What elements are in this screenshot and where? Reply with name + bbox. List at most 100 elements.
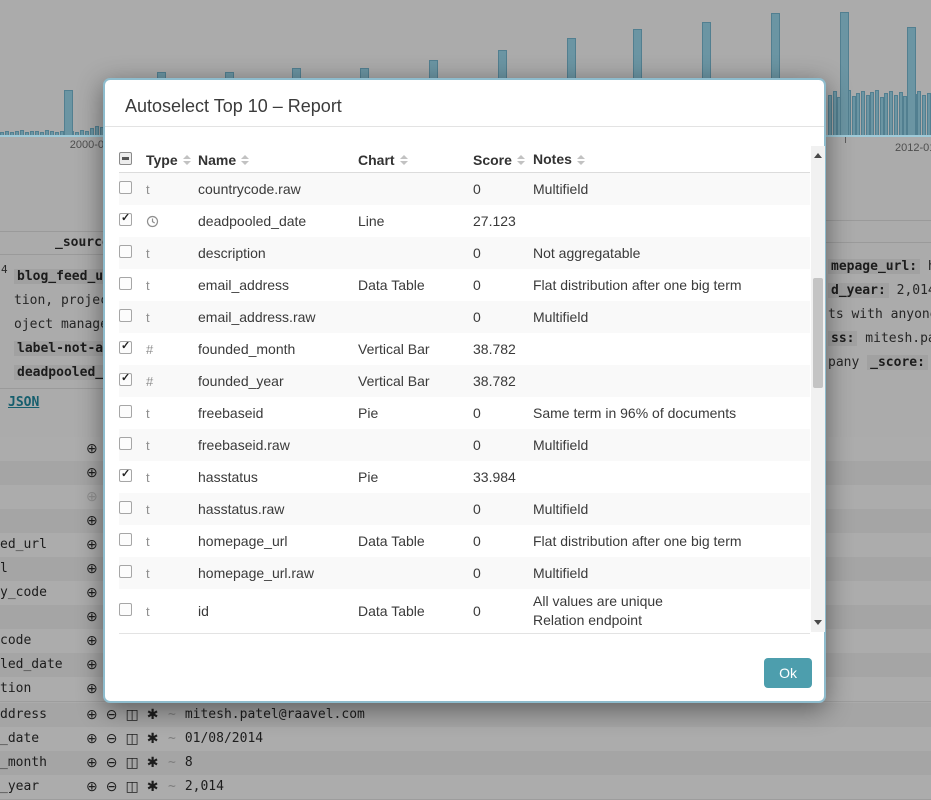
row-type-cell: t <box>146 309 198 325</box>
search-plus-icon[interactable]: ⊕ <box>86 536 98 553</box>
search-minus-icon[interactable]: ⊖ <box>106 730 118 747</box>
table-row[interactable]: temail_address.raw0Multifield <box>119 301 810 333</box>
row-checkbox[interactable] <box>119 245 132 258</box>
table-row[interactable]: temail_addressData Table0Flat distributi… <box>119 269 810 301</box>
column-header-chart[interactable]: Chart <box>358 152 473 168</box>
table-row[interactable]: deadpooled_dateLine27.123 <box>119 205 810 237</box>
source-text: mitesh.pat <box>857 331 931 346</box>
row-field-name: hasstatus <box>198 469 358 485</box>
search-plus-icon[interactable]: ⊕ <box>86 730 98 747</box>
field-name-chip: _score: <box>867 355 928 370</box>
column-header-name[interactable]: Name <box>198 152 358 168</box>
table-row[interactable]: tfreebaseid.raw0Multifield <box>119 429 810 461</box>
row-notes: Multifield <box>533 433 810 458</box>
search-plus-icon[interactable]: ⊕ <box>86 656 98 673</box>
search-minus-icon[interactable]: ⊖ <box>106 706 118 723</box>
kibana-page: { "modal": { "title": "Autoselect Top 10… <box>0 0 931 784</box>
row-checkbox[interactable] <box>119 533 132 546</box>
table-row[interactable]: #founded_yearVertical Bar38.782 <box>119 365 810 397</box>
scrollbar-up-icon[interactable] <box>814 153 822 158</box>
search-plus-icon[interactable]: ⊕ <box>86 560 98 577</box>
modal-body: TypeNameChartScoreNotes tcountrycode.raw… <box>105 127 824 634</box>
table-row[interactable]: thomepage_url.raw0Multifield <box>119 557 810 589</box>
row-score: 0 <box>473 603 533 619</box>
table-row[interactable]: tidData Table0All values are uniqueRelat… <box>119 589 810 633</box>
row-checkbox[interactable] <box>119 405 132 418</box>
table-row[interactable]: #founded_monthVertical Bar38.782 <box>119 333 810 365</box>
modal-footer: Ok <box>105 634 824 688</box>
search-plus-icon[interactable]: ⊕ <box>86 488 98 505</box>
scrollbar[interactable] <box>811 146 825 632</box>
histogram-bar <box>907 27 916 135</box>
row-checkbox[interactable] <box>119 277 132 290</box>
search-plus-icon[interactable]: ⊕ <box>86 464 98 481</box>
search-plus-icon[interactable]: ⊕ <box>86 584 98 601</box>
row-checkbox[interactable] <box>119 309 132 322</box>
row-checkbox[interactable] <box>119 373 132 386</box>
row-checkbox[interactable] <box>119 469 132 482</box>
scrollbar-thumb[interactable] <box>813 278 823 388</box>
row-checkbox[interactable] <box>119 341 132 354</box>
row-checkbox[interactable] <box>119 213 132 226</box>
row-score: 0 <box>473 405 533 421</box>
row-checkbox[interactable] <box>119 181 132 194</box>
row-checkbox-cell <box>119 181 146 197</box>
json-link[interactable]: JSON <box>8 395 39 410</box>
asterisk-icon[interactable]: ✱ <box>147 706 159 723</box>
column-header-score[interactable]: Score <box>473 152 533 168</box>
table-row[interactable]: tcountrycode.raw0Multifield <box>119 173 810 205</box>
search-minus-icon[interactable]: ⊖ <box>106 778 118 795</box>
row-field-name: homepage_url.raw <box>198 565 358 581</box>
asterisk-icon[interactable]: ✱ <box>147 778 159 795</box>
search-plus-icon[interactable]: ⊕ <box>86 512 98 529</box>
scrollbar-down-icon[interactable] <box>814 620 822 625</box>
search-plus-icon[interactable]: ⊕ <box>86 680 98 697</box>
table-row[interactable]: thasstatus.raw0Multifield <box>119 493 810 525</box>
histogram-bar <box>852 96 856 135</box>
histogram-bar <box>95 126 99 135</box>
asterisk-icon[interactable]: ✱ <box>147 730 159 747</box>
search-minus-icon[interactable]: ⊖ <box>106 754 118 771</box>
row-chart-type: Line <box>358 213 473 229</box>
select-all-checkbox[interactable] <box>119 152 132 165</box>
columns-icon[interactable]: ◫ <box>125 778 138 795</box>
table-row[interactable]: tdescription0Not aggregatable <box>119 237 810 269</box>
divider <box>0 388 103 389</box>
table-row[interactable]: tfreebaseidPie0Same term in 96% of docum… <box>119 397 810 429</box>
row-notes: Multifield <box>533 561 810 586</box>
search-plus-icon[interactable]: ⊕ <box>86 608 98 625</box>
columns-icon[interactable]: ◫ <box>125 706 138 723</box>
search-plus-icon[interactable]: ⊕ <box>86 754 98 771</box>
row-field-name: freebaseid <box>198 405 358 421</box>
ok-button[interactable]: Ok <box>764 658 812 688</box>
table-row[interactable]: thasstatusPie33.984 <box>119 461 810 493</box>
row-type-cell: t <box>146 437 198 453</box>
search-plus-icon[interactable]: ⊕ <box>86 778 98 795</box>
row-checkbox-cell <box>119 245 146 261</box>
asterisk-icon[interactable]: ✱ <box>147 754 159 771</box>
column-header-type[interactable]: Type <box>146 152 198 168</box>
table-row[interactable]: thomepage_urlData Table0Flat distributio… <box>119 525 810 557</box>
row-field-name: countrycode.raw <box>198 181 358 197</box>
row-checkbox[interactable] <box>119 565 132 578</box>
row-checkbox[interactable] <box>119 603 132 616</box>
string-type-icon: t <box>146 534 150 549</box>
sort-down-arrow <box>183 161 191 165</box>
note-line: Not aggregatable <box>533 244 810 263</box>
row-chart-type: Data Table <box>358 277 473 293</box>
search-plus-icon[interactable]: ⊕ <box>86 440 98 457</box>
row-field-name: id <box>198 603 358 619</box>
source-line: pany _score: <box>828 354 931 371</box>
row-checkbox[interactable] <box>119 437 132 450</box>
field-name-label: ddress <box>0 707 47 722</box>
column-header-notes[interactable]: Notes <box>533 147 810 172</box>
columns-icon[interactable]: ◫ <box>125 754 138 771</box>
field-row-actions: ⊕ ⊖ ◫ ✱ <box>86 706 158 723</box>
search-plus-icon[interactable]: ⊕ <box>86 632 98 649</box>
row-chart-type: Vertical Bar <box>358 341 473 357</box>
row-notes <box>533 474 810 480</box>
search-plus-icon[interactable]: ⊕ <box>86 706 98 723</box>
row-checkbox[interactable] <box>119 501 132 514</box>
sort-up-arrow <box>241 155 249 159</box>
columns-icon[interactable]: ◫ <box>125 730 138 747</box>
